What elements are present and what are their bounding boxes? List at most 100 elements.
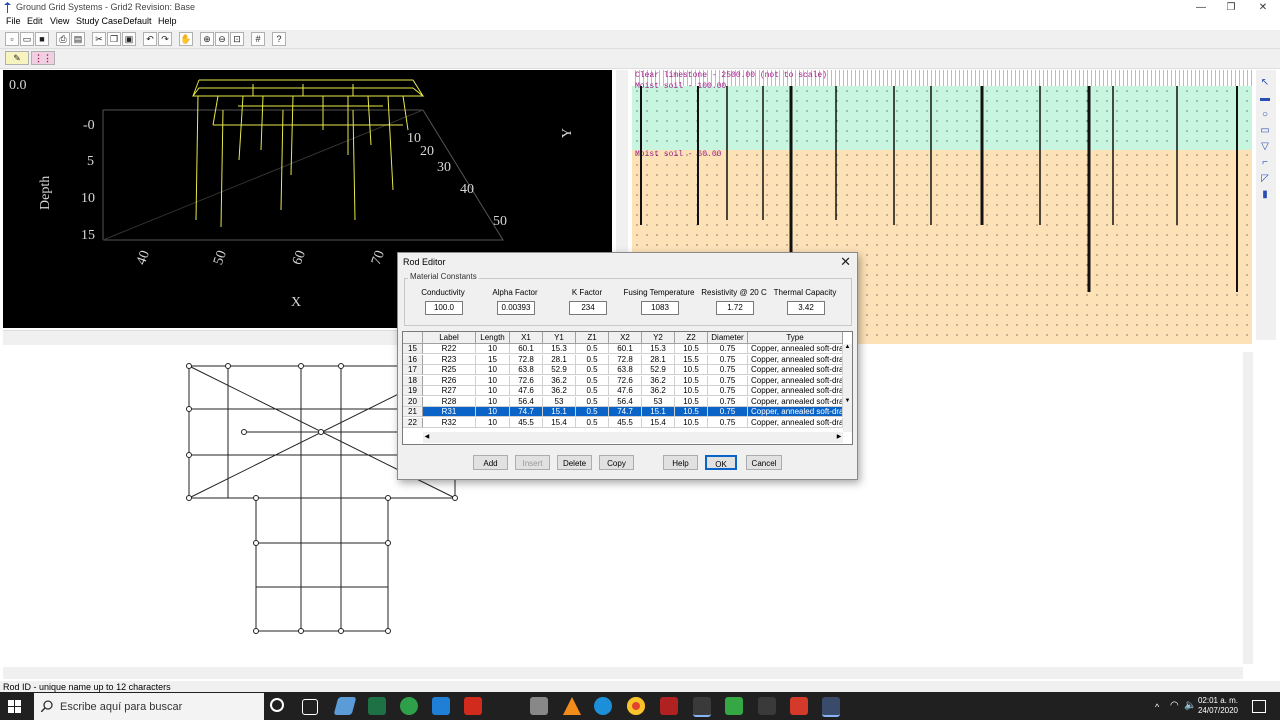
funnel-tool-icon[interactable]: ▽ bbox=[1258, 140, 1272, 154]
table-cell[interactable]: Copper, annealed soft-drawn bbox=[748, 365, 843, 375]
conductivity-field[interactable]: 100.0 bbox=[425, 301, 463, 315]
table-cell[interactable]: 0.5 bbox=[576, 375, 609, 386]
maximize-button[interactable]: ❐ bbox=[1216, 0, 1246, 15]
table-cell[interactable]: 0.75 bbox=[708, 354, 748, 365]
step-tool-icon[interactable]: ⌐ bbox=[1258, 156, 1272, 170]
row-number[interactable]: 21 bbox=[403, 407, 423, 417]
row-number[interactable]: 18 bbox=[403, 375, 423, 386]
table-cell[interactable]: Copper, annealed soft-drawn bbox=[748, 407, 843, 417]
col-z1-header[interactable]: Z1 bbox=[576, 332, 609, 344]
table-row[interactable]: 19 R27 10 47.6 36.2 0.5 47.6 36.2 10.5 0.75 Copper… bbox=[403, 386, 843, 396]
table-cell[interactable]: 63.8 bbox=[609, 365, 642, 375]
table-cell[interactable]: 10 bbox=[476, 365, 510, 375]
circle-tool-icon[interactable]: ○ bbox=[1258, 108, 1272, 122]
table-cell[interactable]: R23 bbox=[423, 354, 476, 365]
table-cell[interactable]: 0.5 bbox=[576, 386, 609, 396]
table-cell[interactable]: Copper, annealed soft-drawn bbox=[748, 344, 843, 354]
table-row[interactable]: 20 R28 10 56.4 53 0.5 56.4 53 10.5 0.75 Copper, an… bbox=[403, 396, 843, 407]
menu-default[interactable]: Default bbox=[123, 16, 152, 26]
table-cell[interactable]: 10 bbox=[476, 344, 510, 354]
table-cell[interactable]: 45.5 bbox=[609, 417, 642, 428]
row-number[interactable]: 19 bbox=[403, 386, 423, 396]
table-cell[interactable]: Copper, annealed soft-drawn bbox=[748, 375, 843, 386]
table-cell[interactable]: 63.8 bbox=[510, 365, 543, 375]
table-cell[interactable]: 72.6 bbox=[510, 375, 543, 386]
dialog-close-icon[interactable]: ✕ bbox=[840, 254, 851, 270]
table-cell[interactable]: 60.1 bbox=[510, 344, 543, 354]
table-cell[interactable]: 36.2 bbox=[642, 386, 675, 396]
table-cell[interactable]: 72.8 bbox=[510, 354, 543, 365]
table-cell[interactable]: 10 bbox=[476, 386, 510, 396]
vscode-icon[interactable] bbox=[432, 697, 450, 715]
table-cell[interactable]: 52.9 bbox=[543, 365, 576, 375]
table-cell[interactable]: Copper, annealed soft-drawn bbox=[748, 354, 843, 365]
copy-icon[interactable]: ❐ bbox=[107, 32, 121, 46]
zoom-in-icon[interactable]: ⊕ bbox=[200, 32, 214, 46]
table-cell[interactable]: 10.5 bbox=[675, 375, 708, 386]
k-factor-field[interactable]: 234 bbox=[569, 301, 607, 315]
table-cell[interactable]: 10 bbox=[476, 396, 510, 407]
system-clock[interactable]: 02:01 a. m. 24/07/2020 bbox=[1198, 696, 1238, 716]
select-arrow-icon[interactable]: ↖ bbox=[1258, 76, 1272, 90]
plan-view-horizontal-scrollbar[interactable] bbox=[3, 667, 1243, 679]
col-diameter-header[interactable]: Diameter bbox=[708, 332, 748, 344]
col-label-header[interactable]: Label bbox=[423, 332, 476, 344]
table-row[interactable]: 15 R22 10 60.1 15.3 0.5 60.1 15.3 10.5 0.75 Copper… bbox=[403, 344, 843, 354]
table-cell[interactable]: 10 bbox=[476, 417, 510, 428]
close-window-button[interactable]: ✕ bbox=[1248, 0, 1278, 15]
table-cell[interactable]: 60.1 bbox=[609, 344, 642, 354]
table-cell[interactable]: 10 bbox=[476, 375, 510, 386]
table-cell[interactable]: 72.8 bbox=[609, 354, 642, 365]
table-cell[interactable]: 36.2 bbox=[642, 375, 675, 386]
pan-hand-icon[interactable]: ✋ bbox=[179, 32, 193, 46]
table-cell[interactable]: 53 bbox=[642, 396, 675, 407]
menu-view[interactable]: View bbox=[50, 16, 69, 26]
table-cell[interactable]: 0.5 bbox=[576, 407, 609, 417]
table-cell[interactable]: 10.5 bbox=[675, 344, 708, 354]
vlc-icon[interactable] bbox=[563, 697, 581, 715]
ground-grid-app-icon[interactable] bbox=[758, 697, 776, 715]
table-cell[interactable]: 0.5 bbox=[576, 354, 609, 365]
app-icon-4[interactable] bbox=[725, 697, 743, 715]
table-cell[interactable]: 15.3 bbox=[642, 344, 675, 354]
minimize-button[interactable]: — bbox=[1186, 0, 1216, 15]
table-cell[interactable]: R32 bbox=[423, 417, 476, 428]
delete-button[interactable]: Delete bbox=[557, 455, 592, 470]
help-button[interactable]: Help bbox=[663, 455, 698, 470]
zoom-fit-icon[interactable]: ⊡ bbox=[230, 32, 244, 46]
table-cell[interactable]: 10.5 bbox=[675, 407, 708, 417]
table-cell[interactable]: 0.75 bbox=[708, 407, 748, 417]
table-cell[interactable]: 36.2 bbox=[543, 375, 576, 386]
table-cell[interactable]: 0.5 bbox=[576, 344, 609, 354]
menu-edit[interactable]: Edit bbox=[27, 16, 43, 26]
col-type-header[interactable]: Type bbox=[748, 332, 843, 344]
help-icon[interactable]: ? bbox=[272, 32, 286, 46]
col-length-header[interactable]: Length bbox=[476, 332, 510, 344]
table-cell[interactable]: R27 bbox=[423, 386, 476, 396]
plan-view-vertical-scrollbar[interactable] bbox=[1243, 352, 1253, 664]
rectangle-tool-icon[interactable]: ▭ bbox=[1258, 124, 1272, 138]
new-icon[interactable]: ▫ bbox=[5, 32, 19, 46]
notifications-icon[interactable] bbox=[1252, 700, 1266, 713]
save-icon[interactable]: ■ bbox=[35, 32, 49, 46]
copy-button[interactable]: Copy bbox=[599, 455, 634, 470]
calculator-icon[interactable] bbox=[530, 697, 548, 715]
tray-chevron-icon[interactable]: ^ bbox=[1155, 702, 1159, 712]
table-vertical-scrollbar[interactable]: ▲ ▼ bbox=[843, 344, 852, 432]
table-cell[interactable]: 15.3 bbox=[543, 344, 576, 354]
triangle-tool-icon[interactable]: ◸ bbox=[1258, 172, 1272, 186]
row-number[interactable]: 22 bbox=[403, 417, 423, 428]
col-x1-header[interactable]: X1 bbox=[510, 332, 543, 344]
acrobat-icon[interactable] bbox=[464, 697, 482, 715]
chrome-icon[interactable] bbox=[627, 697, 645, 715]
alpha-factor-field[interactable]: 0.00393 bbox=[497, 301, 535, 315]
table-cell[interactable]: 10.5 bbox=[675, 365, 708, 375]
col-y2-header[interactable]: Y2 bbox=[642, 332, 675, 344]
table-cell[interactable]: 10.5 bbox=[675, 417, 708, 428]
table-cell[interactable]: 0.75 bbox=[708, 417, 748, 428]
row-number[interactable]: 20 bbox=[403, 396, 423, 407]
task-view-icon[interactable] bbox=[302, 699, 318, 715]
table-cell[interactable]: 0.75 bbox=[708, 375, 748, 386]
rod-grid-icon[interactable]: ⋮⋮ bbox=[31, 51, 55, 65]
excel-icon[interactable] bbox=[368, 697, 386, 715]
